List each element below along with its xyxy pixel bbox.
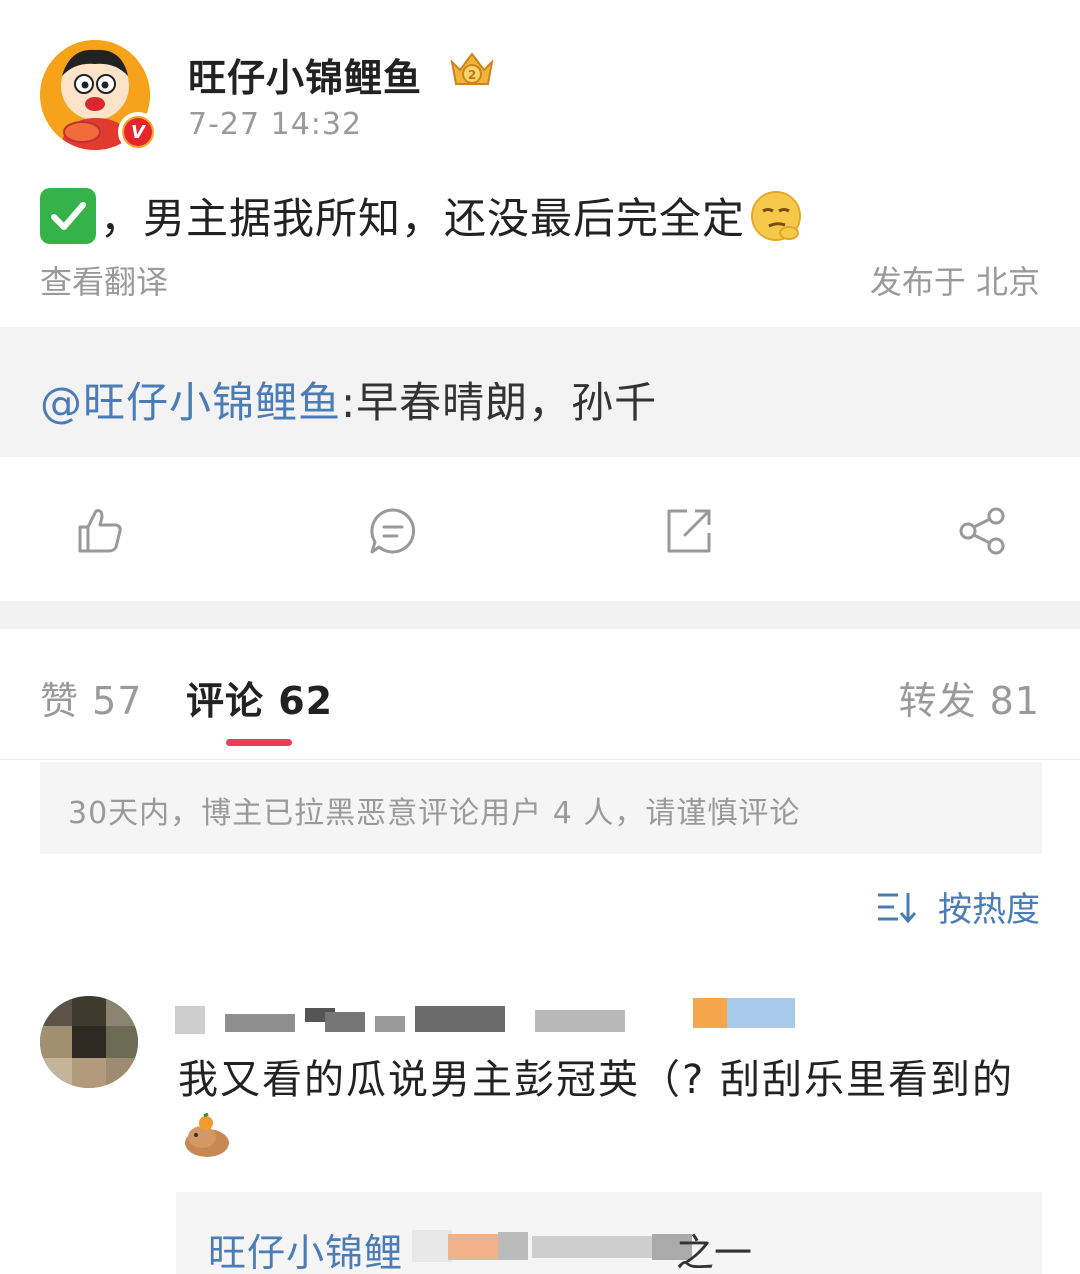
comment-content: 我又看的瓜说男主彭冠英（? 刮刮乐里看到的 [178, 1050, 1038, 1170]
tab-comments[interactable]: 评论 62 [186, 670, 333, 725]
quoted-content: :早春晴朗，孙千 [341, 378, 658, 427]
quoted-post-text: @旺仔小锦鲤鱼:早春晴朗，孙千 [40, 369, 657, 430]
post-location: 发布于 北京 [869, 263, 1040, 301]
view-translation-link[interactable]: 查看翻译 [40, 257, 168, 303]
tab-reposts[interactable]: 转发 81 [899, 670, 1040, 725]
comment-text: 我又看的瓜说男主彭冠英（? 刮刮乐里看到的 [178, 1057, 1014, 1103]
sort-toggle[interactable]: 按热度 [876, 882, 1040, 931]
author-name[interactable]: 旺仔小锦鲤鱼 [188, 47, 422, 102]
check-mark-icon [40, 187, 96, 244]
post-text: ，男主据我所知，还没最后完全定 [100, 194, 746, 243]
crown-badge-icon: 2 [450, 52, 494, 85]
reply-tail-text: 之一 [676, 1231, 753, 1274]
sort-icon [878, 892, 917, 923]
interaction-tabs: 赞 57 评论 62 转发 81 [0, 630, 1080, 760]
quoted-author-link[interactable]: @旺仔小锦鲤鱼 [40, 378, 341, 427]
thinking-emoji-icon [751, 190, 802, 241]
post-content: ，男主据我所知，还没最后完全定 [40, 185, 803, 246]
post-timestamp: 7-27 14:32 [188, 107, 363, 142]
action-bar [0, 460, 1080, 600]
notice-text: 30天内，博主已拉黑恶意评论用户 4 人，请谨慎评论 [68, 796, 801, 831]
svg-text:2: 2 [468, 68, 476, 82]
capybara-emoji-icon [185, 1113, 229, 1157]
thumbs-up-icon[interactable] [74, 505, 126, 557]
blocked-users-notice: 30天内，博主已拉黑恶意评论用户 4 人，请谨慎评论 [40, 762, 1042, 854]
sort-label: 按热度 [938, 890, 1040, 930]
commenter-name-blurred[interactable] [175, 998, 795, 1038]
quoted-post[interactable]: @旺仔小锦鲤鱼:早春晴朗，孙千 [0, 327, 1080, 457]
verified-badge-icon: V [118, 112, 158, 152]
comment-bubble-icon[interactable] [367, 505, 419, 557]
active-tab-indicator [226, 739, 292, 746]
external-share-icon[interactable] [663, 505, 715, 557]
tab-likes[interactable]: 赞 57 [40, 670, 142, 725]
section-divider [0, 601, 1080, 629]
author-reply-preview[interactable]: 旺仔小锦鲤 之一 [176, 1192, 1042, 1274]
share-nodes-icon[interactable] [956, 505, 1008, 557]
commenter-avatar[interactable] [40, 996, 138, 1088]
reply-author-link[interactable]: 旺仔小锦鲤 [208, 1222, 403, 1274]
